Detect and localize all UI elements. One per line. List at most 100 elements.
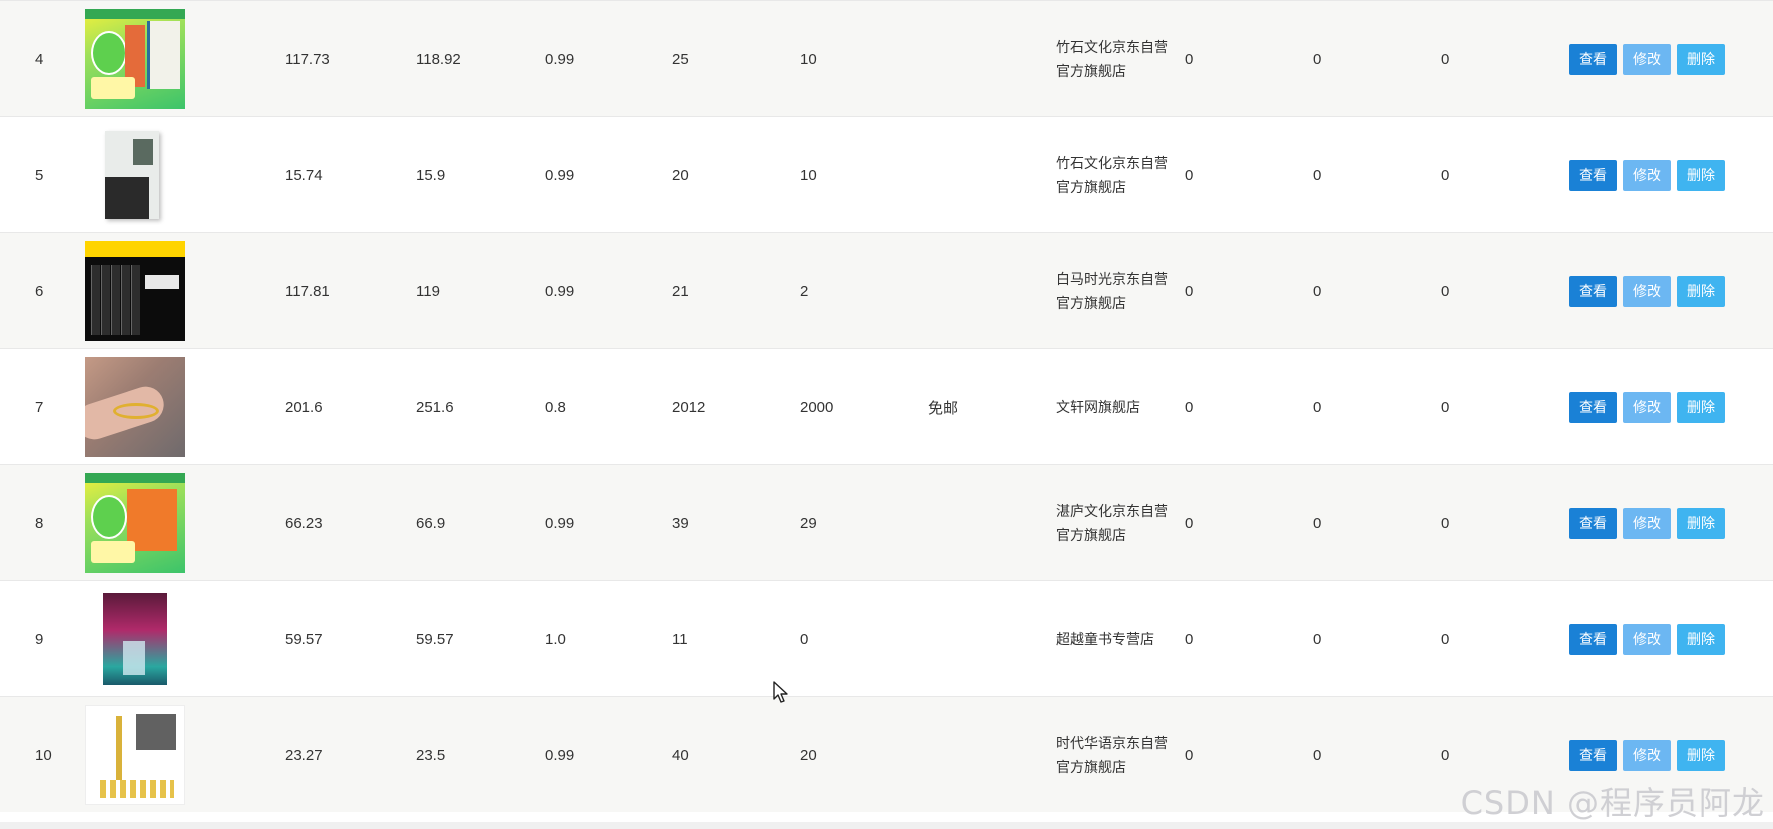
product-thumbnail[interactable] — [85, 233, 185, 349]
original-price: 118.92 — [416, 50, 461, 68]
edit-button[interactable]: 修改 — [1623, 43, 1671, 75]
price: 201.6 — [285, 398, 323, 416]
price: 23.27 — [285, 746, 323, 764]
value-1: 0 — [1185, 746, 1194, 764]
count-b: 20 — [800, 746, 817, 764]
delete-button[interactable]: 删除 — [1677, 275, 1725, 307]
price: 117.81 — [285, 282, 330, 300]
view-button[interactable]: 查看 — [1569, 43, 1617, 75]
shop-name-line2: 官方旗舰店 — [1056, 759, 1126, 775]
shipping: 免邮 — [928, 399, 959, 417]
original-price: 119 — [416, 282, 440, 300]
price: 66.23 — [285, 514, 323, 532]
discount: 0.99 — [545, 50, 575, 68]
discount: 0.99 — [545, 166, 575, 184]
shop-name: 白马时光京东自营 官方旗舰店 — [1056, 233, 1184, 349]
value-1: 0 — [1185, 166, 1194, 184]
delete-button[interactable]: 删除 — [1677, 391, 1725, 423]
product-thumbnail[interactable] — [85, 1, 185, 117]
table-row: 6 117.81 119 0.99 21 2 白马时光京东自营 官方旗舰店 0 0… — [0, 232, 1773, 348]
product-image — [85, 241, 185, 341]
edit-button[interactable]: 修改 — [1623, 507, 1671, 539]
count-b: 10 — [800, 166, 817, 184]
view-button[interactable]: 查看 — [1569, 159, 1617, 191]
delete-button[interactable]: 删除 — [1677, 507, 1725, 539]
value-3: 0 — [1441, 166, 1450, 184]
mouse-cursor-icon — [773, 681, 788, 703]
discount: 0.99 — [545, 282, 575, 300]
shop-name-line1: 竹石文化京东自营 — [1056, 39, 1168, 55]
edit-button[interactable]: 修改 — [1623, 159, 1671, 191]
row-index: 5 — [35, 166, 44, 184]
original-price: 251.6 — [416, 398, 454, 416]
price: 15.74 — [285, 166, 323, 184]
shop-name-line2: 官方旗舰店 — [1056, 527, 1126, 543]
row-index: 7 — [35, 398, 44, 416]
discount: 0.99 — [545, 514, 575, 532]
value-2: 0 — [1313, 398, 1322, 416]
row-index: 6 — [35, 282, 44, 300]
table-row: 4 117.73 118.92 0.99 25 10 竹石文化京东自营 官方旗舰店… — [0, 0, 1773, 116]
count-b: 10 — [800, 50, 817, 68]
product-thumbnail[interactable] — [85, 349, 185, 465]
product-image — [85, 473, 185, 573]
edit-button[interactable]: 修改 — [1623, 275, 1671, 307]
count-a: 2012 — [672, 398, 706, 416]
shop-name-line1: 竹石文化京东自营 — [1056, 155, 1168, 171]
edit-button[interactable]: 修改 — [1623, 739, 1671, 771]
table-row: 9 59.57 59.57 1.0 11 0 超越童书专营店 0 0 0 查看 … — [0, 580, 1773, 696]
row-index: 8 — [35, 514, 44, 532]
row-index: 10 — [35, 746, 52, 764]
view-button[interactable]: 查看 — [1569, 391, 1617, 423]
value-1: 0 — [1185, 50, 1194, 68]
count-b: 29 — [800, 514, 817, 532]
shop-name: 湛庐文化京东自营 官方旗舰店 — [1056, 465, 1184, 581]
count-a: 40 — [672, 746, 689, 764]
product-thumbnail[interactable] — [85, 117, 185, 233]
delete-button[interactable]: 删除 — [1677, 43, 1725, 75]
value-3: 0 — [1441, 282, 1450, 300]
shop-name: 文轩网旗舰店 — [1056, 349, 1184, 465]
value-1: 0 — [1185, 282, 1194, 300]
discount: 1.0 — [545, 630, 566, 648]
count-a: 39 — [672, 514, 689, 532]
shop-name-line2: 官方旗舰店 — [1056, 295, 1126, 311]
watermark: CSDN @程序员阿龙 — [1460, 784, 1765, 822]
delete-button[interactable]: 删除 — [1677, 623, 1725, 655]
product-thumbnail[interactable] — [85, 581, 185, 697]
product-image — [85, 705, 185, 805]
original-price: 15.9 — [416, 166, 446, 184]
page: 4 117.73 118.92 0.99 25 10 竹石文化京东自营 官方旗舰店… — [0, 0, 1773, 829]
row-actions: 查看 修改 删除 — [1569, 1, 1725, 117]
shop-name-line2: 官方旗舰店 — [1056, 179, 1126, 195]
edit-button[interactable]: 修改 — [1623, 623, 1671, 655]
shop-name-line2: 官方旗舰店 — [1056, 63, 1126, 79]
price: 59.57 — [285, 630, 323, 648]
row-actions: 查看 修改 删除 — [1569, 465, 1725, 581]
value-2: 0 — [1313, 50, 1322, 68]
view-button[interactable]: 查看 — [1569, 275, 1617, 307]
row-index: 4 — [35, 50, 44, 68]
product-thumbnail[interactable] — [85, 465, 185, 581]
count-a: 11 — [672, 630, 688, 648]
count-b: 0 — [800, 630, 809, 648]
count-b: 2 — [800, 282, 809, 300]
row-index: 9 — [35, 630, 44, 648]
shop-name: 竹石文化京东自营 官方旗舰店 — [1056, 117, 1184, 233]
original-price: 23.5 — [416, 746, 446, 764]
count-a: 25 — [672, 50, 689, 68]
edit-button[interactable]: 修改 — [1623, 391, 1671, 423]
table-row: 5 15.74 15.9 0.99 20 10 竹石文化京东自营 官方旗舰店 0 … — [0, 116, 1773, 232]
view-button[interactable]: 查看 — [1569, 739, 1617, 771]
product-thumbnail[interactable] — [85, 697, 185, 813]
row-actions: 查看 修改 删除 — [1569, 117, 1725, 233]
view-button[interactable]: 查看 — [1569, 507, 1617, 539]
row-actions: 查看 修改 删除 — [1569, 349, 1725, 465]
delete-button[interactable]: 删除 — [1677, 739, 1725, 771]
shop-name-line1: 超越童书专营店 — [1056, 631, 1154, 647]
delete-button[interactable]: 删除 — [1677, 159, 1725, 191]
value-2: 0 — [1313, 746, 1322, 764]
view-button[interactable]: 查看 — [1569, 623, 1617, 655]
discount: 0.99 — [545, 746, 575, 764]
value-1: 0 — [1185, 630, 1194, 648]
